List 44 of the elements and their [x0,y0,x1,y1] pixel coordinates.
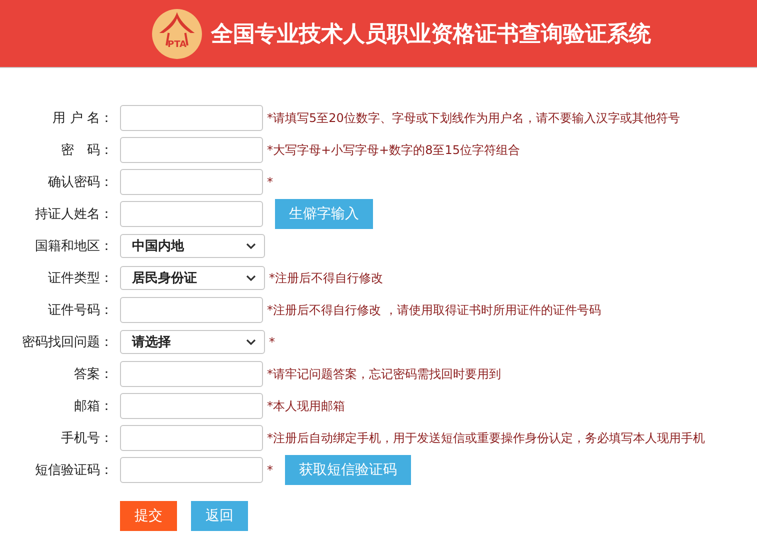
field-label: 邮箱： [73,398,113,415]
logo-text: PTA [166,40,188,50]
field-label: 密 码： [60,142,113,159]
submit-button[interactable]: 提交 [120,501,177,531]
input-field[interactable] [120,105,263,131]
hint-text: * [269,335,275,349]
field-label: 短信验证码： [34,462,113,479]
select-field[interactable]: 请选择 [120,330,265,354]
input-field[interactable] [120,361,263,387]
back-button[interactable]: 返回 [191,501,248,531]
field-label: 用 户 名： [52,110,113,127]
hint-text: * [267,463,273,477]
input-field[interactable] [120,201,263,227]
pagoda-icon [151,8,203,60]
action-button[interactable]: 生僻字输入 [275,199,373,229]
action-button[interactable]: 获取短信验证码 [285,455,411,485]
caret-icon [246,275,256,281]
input-field[interactable] [120,457,263,483]
hint-text: *大写字母+小写字母+数字的8至15位字符组合 [267,142,520,158]
caret-icon [246,243,256,249]
field-label: 答案： [73,366,113,383]
field-label: 证件类型： [47,270,113,287]
field-label: 国籍和地区： [34,238,113,255]
select-field[interactable]: 中国内地 [120,234,265,258]
hint-text: *请牢记问题答案，忘记密码需找回时要用到 [267,366,501,382]
hint-text: *注册后自动绑定手机，用于发送短信或重要操作身份认定，务必填写本人现用手机 [267,430,705,446]
caret-icon [246,339,256,345]
input-field[interactable] [120,297,263,323]
select-field[interactable]: 居民身份证 [120,266,265,290]
hint-text: *注册后不得自行修改 [269,270,383,286]
input-field[interactable] [120,137,263,163]
field-label: 手机号： [60,430,113,447]
input-field[interactable] [120,169,263,195]
hint-text: *本人现用邮箱 [267,398,345,414]
input-field[interactable] [120,425,263,451]
site-title: 全国专业技术人员职业资格证书查询验证系统 [211,20,651,48]
field-label: 确认密码： [47,174,113,191]
field-label: 密码找回问题： [21,334,113,351]
field-label: 持证人姓名： [34,206,113,223]
input-field[interactable] [120,393,263,419]
hint-text: *注册后不得自行修改 ，请使用取得证书时所用证件的证件号码 [267,302,601,318]
hint-text: *请填写5至20位数字、字母或下划线作为用户名，请不要输入汉字或其他符号 [267,110,680,126]
field-label: 证件号码： [47,302,113,319]
hint-text: * [267,175,273,189]
